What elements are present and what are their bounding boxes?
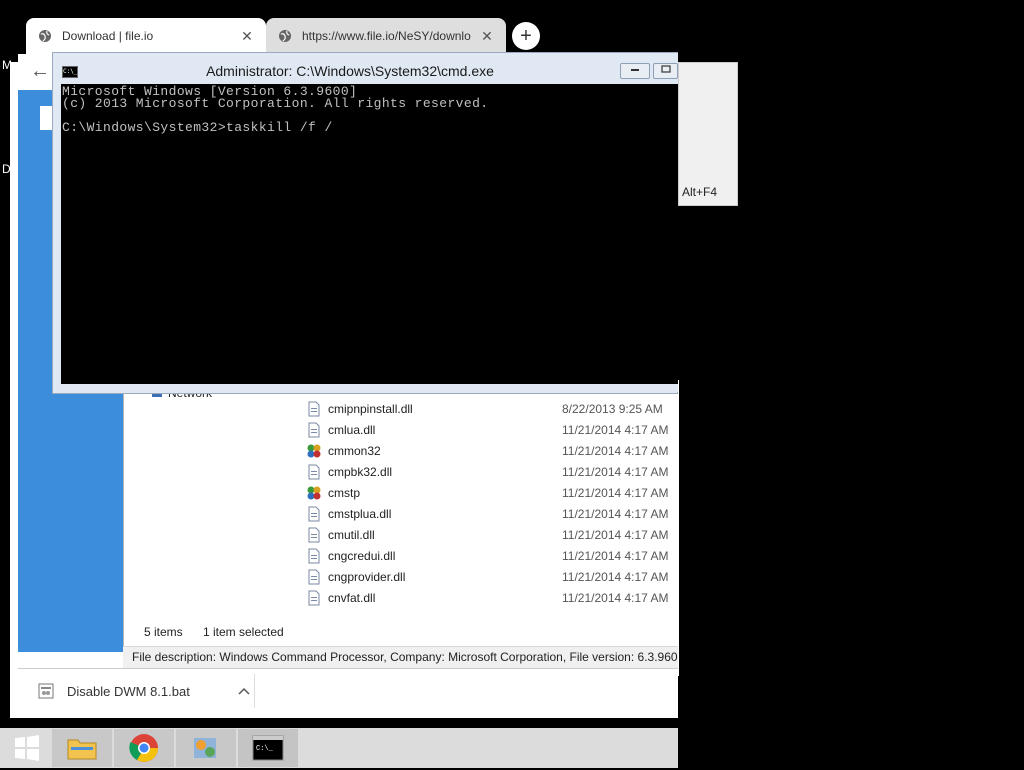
taskbar-file-explorer[interactable] <box>52 729 112 767</box>
file-date-modified: 11/21/2014 4:17 AM <box>562 569 669 584</box>
menu-shortcut-alt-f4[interactable]: Alt+F4 <box>682 185 717 199</box>
file-row[interactable]: cmmon32 11/21/2014 4:17 AM <box>306 440 678 461</box>
window-title: Administrator: C:\Windows\System32\cmd.e… <box>206 63 494 79</box>
tab-fileio-download-url[interactable]: https://www.file.io/NeSY/downlo ✕ <box>266 18 506 54</box>
tab-title: Download | file.io <box>62 29 154 43</box>
file-row[interactable]: cmipnpinstall.dll 8/22/2013 9:25 AM <box>306 398 678 419</box>
details-description: File description: Windows Command Proces… <box>123 646 678 668</box>
file-date-modified: 11/21/2014 4:17 AM <box>562 443 669 458</box>
file-name: cnvfat.dll <box>328 590 376 605</box>
status-item-count: 5 items <box>144 625 183 639</box>
file-date-modified: 11/21/2014 4:17 AM <box>562 464 669 479</box>
new-tab-button[interactable]: + <box>512 22 540 50</box>
back-arrow-icon[interactable]: ← <box>26 60 54 84</box>
file-name: cmmon32 <box>328 443 381 458</box>
globe-icon <box>279 30 291 42</box>
connection-manager-icon <box>307 486 321 499</box>
file-date-modified: 11/21/2014 4:17 AM <box>562 485 669 500</box>
dll-icon <box>308 506 320 521</box>
file-row[interactable]: cngprovider.dll 11/21/2014 4:17 AM <box>306 566 678 587</box>
status-selected-count: 1 item selected <box>203 625 284 639</box>
file-name: cmstp <box>328 485 361 500</box>
file-name: cmpbk32.dll <box>328 464 393 479</box>
file-row[interactable]: cnvfat.dll 11/21/2014 4:17 AM <box>306 587 678 608</box>
cmd-icon: C:\_ <box>62 66 78 78</box>
file-date-modified: 11/21/2014 4:17 AM <box>562 590 669 605</box>
file-row[interactable]: cmstplua.dll 11/21/2014 4:17 AM <box>306 503 678 524</box>
offscreen-label-m: M <box>2 58 12 72</box>
console-prompt-line: C:\Windows\System32>taskkill /f / <box>62 120 333 135</box>
file-date-modified: 11/21/2014 4:17 AM <box>562 506 669 521</box>
file-date-modified: 11/21/2014 4:17 AM <box>562 422 669 437</box>
taskbar-app[interactable] <box>176 729 236 767</box>
dll-icon <box>308 464 320 479</box>
file-name: cngprovider.dll <box>328 569 406 584</box>
close-icon[interactable]: ✕ <box>240 29 254 43</box>
file-row[interactable]: cmstp 11/21/2014 4:17 AM <box>306 482 678 503</box>
tab-download-fileio[interactable]: Download | file.io ✕ <box>26 18 266 54</box>
dll-icon <box>308 422 320 437</box>
dll-icon <box>308 527 320 542</box>
dll-icon <box>308 548 320 563</box>
file-date-modified: 11/21/2014 4:17 AM <box>562 527 669 542</box>
offscreen-label-d: D <box>2 162 11 176</box>
taskbar-command-prompt[interactable]: C:\_ <box>238 729 298 767</box>
dll-icon <box>308 590 320 605</box>
file-row[interactable]: cmlua.dll 11/21/2014 4:17 AM <box>306 419 678 440</box>
file-name: cmstplua.dll <box>328 506 392 521</box>
page-content-box <box>40 106 52 130</box>
app-icon <box>194 738 216 758</box>
maximize-button[interactable] <box>653 63 678 79</box>
file-name: cmlua.dll <box>328 422 376 437</box>
chevron-up-icon[interactable] <box>234 684 254 698</box>
dll-icon <box>308 401 320 416</box>
file-row[interactable]: cmutil.dll 11/21/2014 4:17 AM <box>306 524 678 545</box>
dll-icon <box>308 569 320 584</box>
close-icon[interactable]: ✕ <box>480 29 494 43</box>
file-row[interactable]: cmpbk32.dll 11/21/2014 4:17 AM <box>306 461 678 482</box>
file-name: cmutil.dll <box>328 527 375 542</box>
download-file-name: Disable DWM 8.1.bat <box>67 683 190 699</box>
windows-logo-icon <box>15 735 39 761</box>
tab-title: https://www.file.io/NeSY/downlo <box>302 29 471 43</box>
console-line: (c) 2013 Microsoft Corporation. All righ… <box>62 96 489 111</box>
batch-file-icon <box>38 683 54 699</box>
chrome-icon <box>129 734 158 762</box>
globe-icon <box>39 30 51 42</box>
connection-manager-icon <box>307 444 321 457</box>
command-prompt-icon: C:\_ <box>252 735 284 761</box>
download-item[interactable]: Disable DWM 8.1.bat <box>38 674 255 708</box>
file-date-modified: 8/22/2013 9:25 AM <box>562 401 663 416</box>
file-name: cngcredui.dll <box>328 548 396 563</box>
file-name: cmipnpinstall.dll <box>328 401 413 416</box>
svg-text:C:\_: C:\_ <box>256 745 274 753</box>
folder-icon <box>67 739 97 760</box>
taskbar-chrome[interactable] <box>114 729 174 767</box>
minimize-button[interactable] <box>620 63 650 79</box>
file-date-modified: 11/21/2014 4:17 AM <box>562 548 669 563</box>
cmd-bottom-frame <box>61 384 678 392</box>
file-row[interactable]: cngcredui.dll 11/21/2014 4:17 AM <box>306 545 678 566</box>
